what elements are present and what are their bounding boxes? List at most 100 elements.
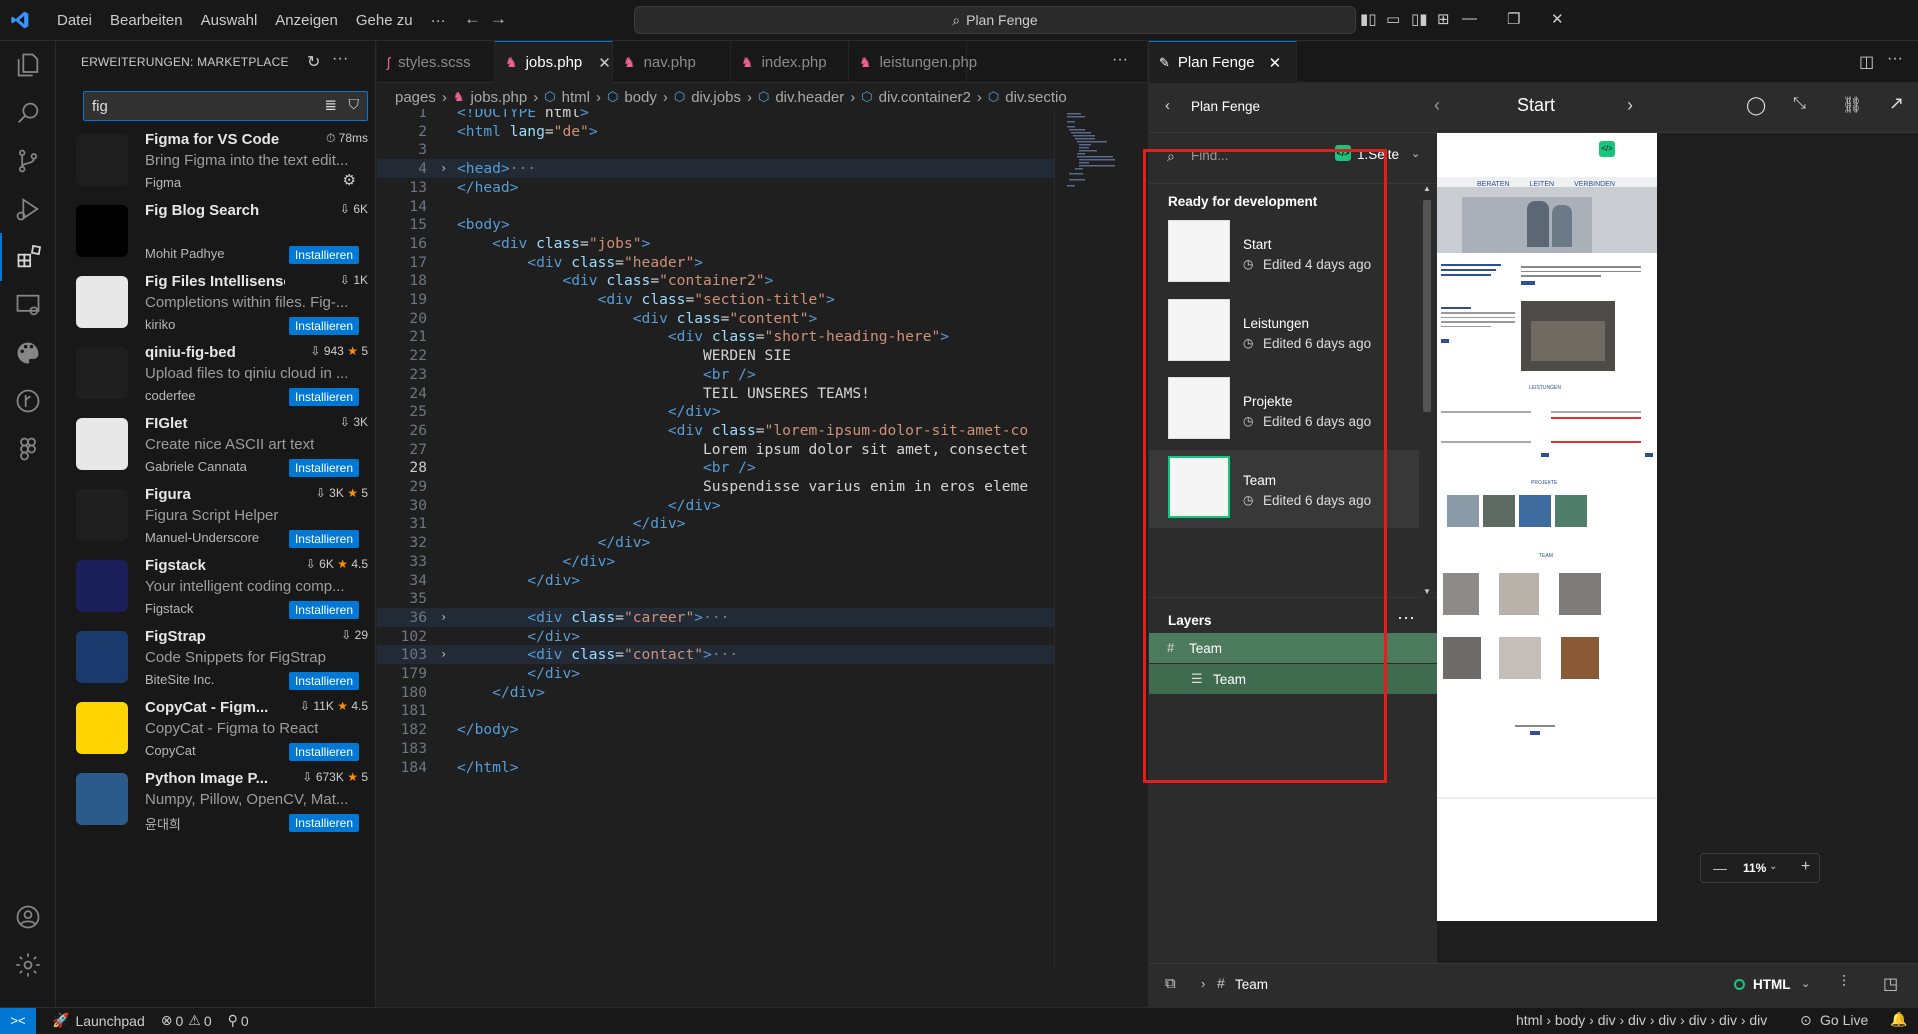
breadcrumb-item[interactable]: div.container2: [879, 89, 971, 106]
warning-count[interactable]: 0: [204, 1013, 212, 1029]
command-center[interactable]: ⌕ Plan Fenge: [634, 6, 1356, 34]
extension-gear-icon[interactable]: ⚙: [343, 171, 356, 189]
editor-tab[interactable]: ʃ styles.scss: [377, 41, 495, 83]
code-line[interactable]: 24 TEIL UNSERES TEAMS!: [377, 384, 1054, 403]
breadcrumb-item[interactable]: div.header: [775, 89, 844, 106]
ports-count[interactable]: 0: [241, 1013, 249, 1029]
filter-icon[interactable]: ⛉: [349, 96, 360, 113]
minimap[interactable]: [1054, 109, 1147, 969]
extension-item[interactable]: Figura Figura Script Helper Manuel-Undersc…: [56, 480, 376, 551]
install-button[interactable]: Installieren: [288, 317, 359, 335]
code-line[interactable]: 14: [377, 197, 1054, 216]
code-line[interactable]: 16 <div class="jobs">: [377, 234, 1054, 253]
code-line[interactable]: 34 </div>: [377, 571, 1054, 590]
extension-item[interactable]: Fig Files Intellisense Completions within…: [56, 267, 376, 338]
settings-sliders-icon[interactable]: ⫶: [1842, 974, 1846, 992]
menu-item[interactable]: Gehe zu: [347, 12, 422, 29]
remote-explorer-icon[interactable]: [0, 281, 56, 329]
chevron-down-icon[interactable]: ⌄: [1411, 147, 1420, 160]
settings-gear-icon[interactable]: [0, 941, 56, 989]
error-count[interactable]: 0: [175, 1013, 183, 1029]
close-window-icon[interactable]: ✕: [1551, 10, 1564, 28]
zoom-in-icon[interactable]: +: [1801, 858, 1810, 876]
next-page-icon[interactable]: ›: [1627, 95, 1633, 116]
code-line[interactable]: 28 <br />: [377, 458, 1054, 477]
back-arrow-icon[interactable]: ←: [464, 9, 481, 29]
panel-toggle-icon[interactable]: ◳: [1883, 974, 1898, 994]
extension-item[interactable]: CopyCat - Figm... CopyCat - Figma to Reac…: [56, 693, 376, 764]
install-button[interactable]: Installieren: [288, 601, 359, 619]
code-line[interactable]: 21 <div class="short-heading-here">: [377, 327, 1054, 346]
fold-chevron-icon[interactable]: ›: [440, 608, 447, 627]
install-button[interactable]: Installieren: [288, 814, 359, 832]
editor-tab[interactable]: ♞ jobs.php ✕: [495, 41, 613, 83]
launchpad-label[interactable]: Launchpad: [75, 1013, 144, 1029]
breadcrumb-item[interactable]: html: [562, 89, 590, 106]
install-button[interactable]: Installieren: [288, 743, 359, 761]
code-line[interactable]: 27 Lorem ipsum dolor sit amet, consectet: [377, 440, 1054, 459]
code-line[interactable]: 17 <div class="header">: [377, 253, 1054, 272]
install-button[interactable]: Installieren: [288, 246, 359, 264]
breadcrumb-item[interactable]: div.jobs: [691, 89, 741, 106]
code-line[interactable]: 1 <!DOCTYPE html>: [377, 109, 1054, 122]
more-tabs-icon[interactable]: ···: [1112, 51, 1128, 69]
code-line[interactable]: 180 </div>: [377, 683, 1054, 702]
zoom-chevron-icon[interactable]: ⌄: [1769, 861, 1777, 872]
more-actions-icon[interactable]: ···: [332, 50, 349, 68]
restore-icon[interactable]: ❐: [1507, 10, 1520, 28]
menu-item[interactable]: Auswahl: [192, 12, 267, 29]
code-line[interactable]: 179 </div>: [377, 664, 1054, 683]
install-button[interactable]: Installieren: [288, 459, 359, 477]
code-line[interactable]: 18 <div class="container2">: [377, 271, 1054, 290]
code-line[interactable]: 2 <html lang="de">: [377, 122, 1054, 141]
code-line[interactable]: 20 <div class="content">: [377, 309, 1054, 328]
code-line[interactable]: 29 Suspendisse varius enim in eros eleme: [377, 477, 1054, 496]
layer-item[interactable]: # Team: [1149, 633, 1437, 664]
extension-search-input[interactable]: fig ≣ ⛉: [83, 91, 368, 121]
menu-item[interactable]: Datei: [48, 12, 101, 29]
open-external-icon[interactable]: ↗: [1889, 93, 1904, 114]
layers-toggle-icon[interactable]: ⧉: [1165, 975, 1176, 992]
selected-layer-name[interactable]: Team: [1235, 977, 1268, 992]
toggle-sidebar-icon[interactable]: ▮▯: [1360, 10, 1377, 28]
code-line[interactable]: 22 WERDEN SIE: [377, 346, 1054, 365]
code-line[interactable]: 19 <div class="section-title">: [377, 290, 1054, 309]
collapse-icon[interactable]: ⤡: [1793, 95, 1806, 113]
breadcrumb-item[interactable]: body: [624, 89, 657, 106]
extension-item[interactable]: Fig Blog Search Mohit Padhye ⇩ 6K Installie…: [56, 196, 376, 267]
code-line[interactable]: 31 </div>: [377, 514, 1054, 533]
clear-filter-icon[interactable]: ≣: [324, 96, 337, 114]
code-line[interactable]: 3: [377, 140, 1054, 159]
code-line[interactable]: 36 › <div class="career">···: [377, 607, 1054, 627]
extension-item[interactable]: Figstack Your intelligent coding comp... F…: [56, 551, 376, 622]
layer-item[interactable]: ☰ Team: [1149, 664, 1437, 695]
account-icon[interactable]: [0, 893, 56, 941]
zoom-level[interactable]: 11%: [1743, 861, 1766, 875]
close-tab-icon[interactable]: ✕: [1269, 54, 1282, 72]
code-line[interactable]: 4 › <head>···: [377, 159, 1054, 179]
toggle-secondary-sidebar-icon[interactable]: ▯▮: [1411, 10, 1428, 28]
palette-icon[interactable]: [0, 329, 56, 377]
page-select[interactable]: 1.Seite: [1357, 147, 1399, 162]
scrollbar[interactable]: ▲ ▼: [1421, 184, 1433, 599]
extensions-icon[interactable]: [0, 233, 56, 281]
go-live-button[interactable]: Go Live: [1820, 1012, 1868, 1028]
extension-item[interactable]: Figma for VS Code Bring Figma into the te…: [56, 125, 376, 196]
split-editor-icon[interactable]: ◫: [1859, 52, 1874, 72]
run-debug-icon[interactable]: [0, 185, 56, 233]
install-button[interactable]: Installieren: [288, 388, 359, 406]
breadcrumb-item[interactable]: jobs.php: [471, 89, 528, 106]
forward-arrow-icon[interactable]: →: [490, 9, 507, 29]
code-line[interactable]: 15 <body>: [377, 215, 1054, 234]
page-item[interactable]: Team ◷ Edited 6 days ago: [1149, 449, 1419, 528]
customize-layout-icon[interactable]: ⊞: [1437, 10, 1450, 28]
code-line[interactable]: 33 </div>: [377, 552, 1054, 571]
page-item[interactable]: Start ◷ Edited 4 days ago: [1149, 214, 1419, 292]
code-line[interactable]: 30 </div>: [377, 496, 1054, 515]
extension-item[interactable]: qiniu-fig-bed Upload files to qiniu cloud…: [56, 338, 376, 409]
code-line[interactable]: 183: [377, 739, 1054, 758]
menu-item[interactable]: Anzeigen: [266, 12, 347, 29]
install-button[interactable]: Installieren: [288, 672, 359, 690]
menu-item[interactable]: ···: [422, 12, 455, 29]
editor-tab[interactable]: ♞ index.php: [731, 41, 849, 83]
